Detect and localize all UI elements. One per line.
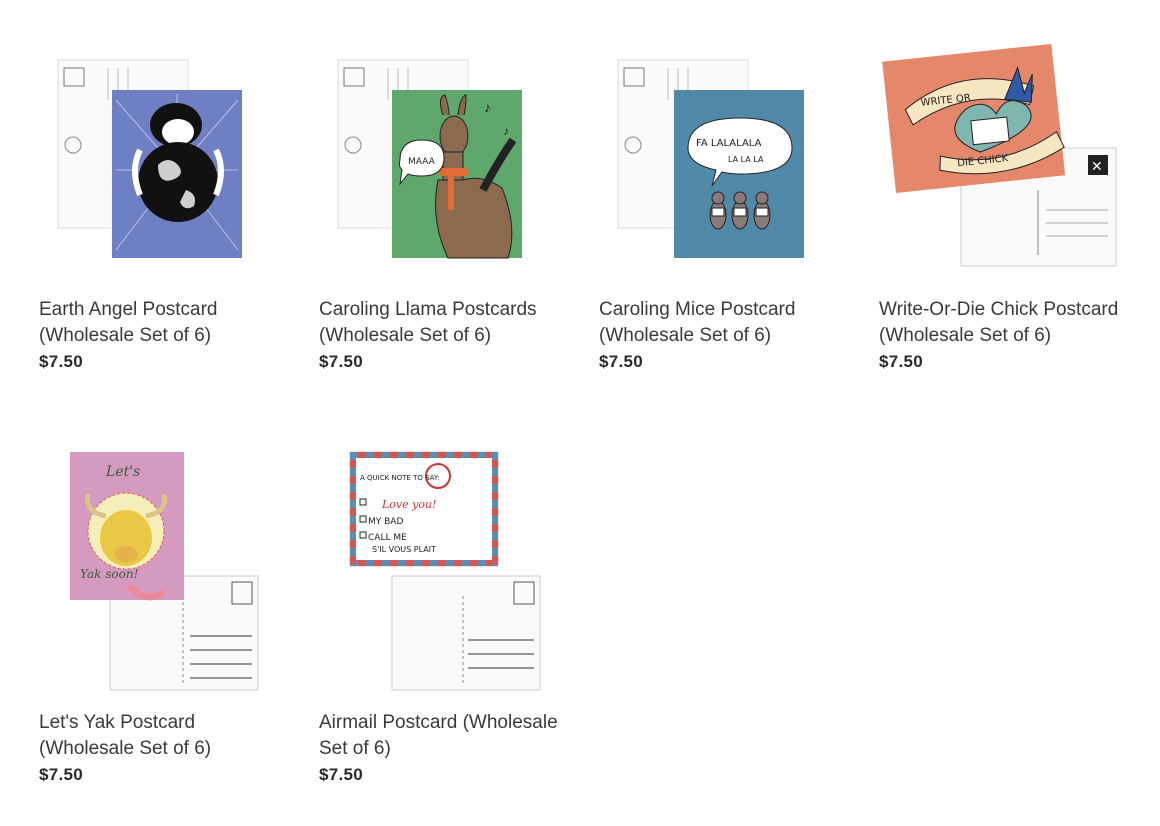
- product-card[interactable]: MAAA ♪ ♪: [320, 40, 580, 290]
- product-card[interactable]: A QUICK NOTE TO SAY: Love you! MY BAD CA…: [320, 446, 580, 696]
- airmail-option-2: MY BAD: [368, 517, 403, 527]
- product-price: $7.50: [599, 352, 644, 371]
- svg-text:✕: ✕: [1091, 158, 1103, 174]
- product-info: Caroling Mice Postcard (Wholesale Set of…: [599, 297, 849, 375]
- llama-bubble-text: MAAA: [408, 157, 436, 167]
- yak-bottom-text: Yak soon!: [80, 567, 139, 581]
- product-title-link[interactable]: Airmail Postcard (Wholesale Set of 6): [319, 710, 569, 762]
- mice-bubble-line2: LA LA LA: [728, 155, 764, 164]
- product-info: Write-Or-Die Chick Postcard (Wholesale S…: [879, 297, 1129, 375]
- svg-text:♪: ♪: [503, 124, 509, 138]
- yak-top-text: Let's: [105, 464, 140, 480]
- product-title-link[interactable]: Caroling Llama Postcards (Wholesale Set …: [319, 297, 569, 349]
- product-info: Caroling Llama Postcards (Wholesale Set …: [319, 297, 569, 375]
- airmail-postcard-image[interactable]: A QUICK NOTE TO SAY: Love you! MY BAD CA…: [308, 446, 568, 696]
- write-or-die-chick-postcard-image[interactable]: ✕ WRITE OR DIE CHICK: [868, 40, 1128, 290]
- product-card[interactable]: FA LALALALA LA LA LA: [600, 40, 860, 290]
- lets-yak-postcard-image[interactable]: Let's Yak soon!: [28, 446, 288, 696]
- product-card[interactable]: Let's Yak soon!: [40, 446, 300, 696]
- product-card[interactable]: ✕ WRITE OR DIE CHICK: [880, 40, 1140, 290]
- product-title-link[interactable]: Earth Angel Postcard (Wholesale Set of 6…: [39, 297, 289, 349]
- product-price: $7.50: [319, 352, 364, 371]
- product-title-link[interactable]: Write-Or-Die Chick Postcard (Wholesale S…: [879, 297, 1129, 349]
- airmail-heading: A QUICK NOTE TO SAY:: [360, 474, 440, 482]
- airmail-option-3: CALL ME: [368, 533, 407, 543]
- svg-text:♪: ♪: [484, 99, 491, 115]
- mice-bubble-line1: FA LALALALA: [696, 138, 762, 149]
- product-grid: MAAA ♪ ♪ FA LALALALA LA LA LA ✕ WRITE OR…: [0, 0, 1160, 826]
- product-title-link[interactable]: Let's Yak Postcard (Wholesale Set of 6): [39, 710, 289, 762]
- caroling-llama-postcard-image[interactable]: MAAA ♪ ♪: [308, 40, 568, 290]
- product-price: $7.50: [39, 765, 84, 784]
- product-price: $7.50: [879, 352, 924, 371]
- product-info: Let's Yak Postcard (Wholesale Set of 6) …: [39, 710, 289, 788]
- product-price: $7.50: [319, 765, 364, 784]
- product-title-link[interactable]: Caroling Mice Postcard (Wholesale Set of…: [599, 297, 849, 349]
- earth-angel-postcard-image[interactable]: [28, 40, 288, 290]
- product-info: Airmail Postcard (Wholesale Set of 6) $7…: [319, 710, 569, 788]
- product-price: $7.50: [39, 352, 84, 371]
- product-card[interactable]: [40, 40, 300, 290]
- airmail-option-1: Love you!: [381, 498, 437, 511]
- caroling-mice-postcard-image[interactable]: FA LALALALA LA LA LA: [588, 40, 848, 290]
- product-info: Earth Angel Postcard (Wholesale Set of 6…: [39, 297, 289, 375]
- airmail-option-4: S'IL VOUS PLAIT: [372, 545, 436, 554]
